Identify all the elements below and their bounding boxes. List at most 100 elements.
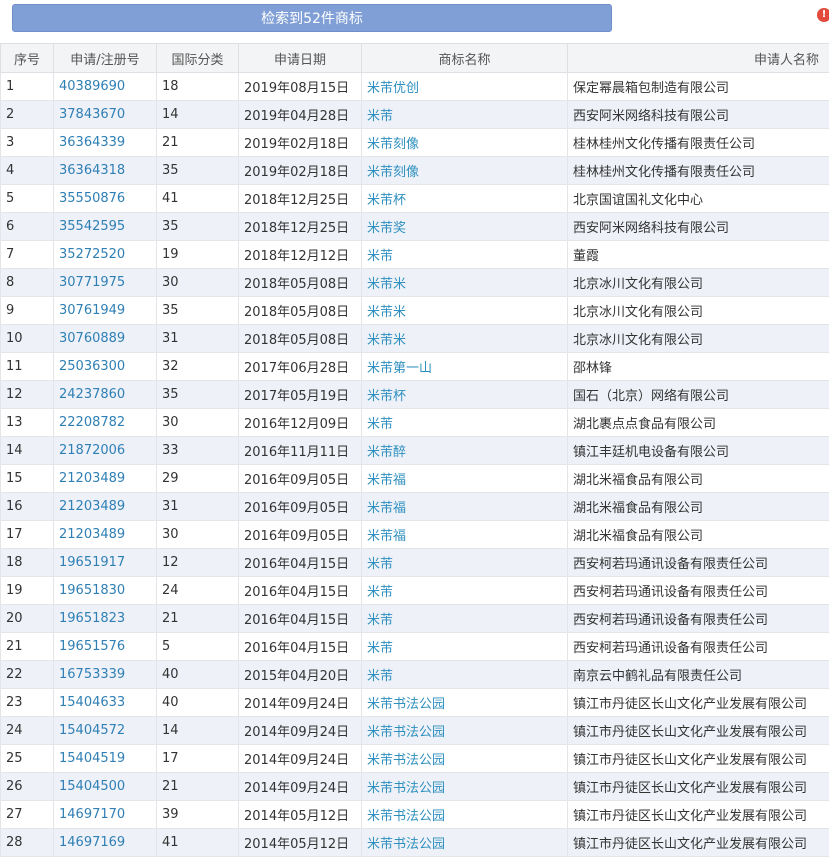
cell-trademark-name-link[interactable]: 米芾刻像 <box>362 129 568 157</box>
table-row[interactable]: 1224237860352017年05月19日米芾杯国石（北京）网络有限公司 <box>1 381 829 409</box>
table-row[interactable]: 2315404633402014年09月24日米芾书法公园镇江市丹徒区长山文化产… <box>1 689 829 717</box>
table-row[interactable]: 830771975302018年05月08日米芾米北京冰川文化有限公司 <box>1 269 829 297</box>
table-row[interactable]: 2714697170392014年05月12日米芾书法公园镇江市丹徒区长山文化产… <box>1 801 829 829</box>
cell-trademark-name-link[interactable]: 米芾米 <box>362 269 568 297</box>
table-row[interactable]: 1030760889312018年05月08日米芾米北京冰川文化有限公司 <box>1 325 829 353</box>
search-result-button[interactable]: 检索到52件商标 <box>12 4 612 32</box>
cell-reg-no-link[interactable]: 15404633 <box>54 689 157 717</box>
table-row[interactable]: 237843670142019年04月28日米芾西安阿米网络科技有限公司 <box>1 101 829 129</box>
table-row[interactable]: 1521203489292016年09月05日米芾福湖北米福食品有限公司 <box>1 465 829 493</box>
col-header-class[interactable]: 国际分类 <box>157 44 239 73</box>
table-row[interactable]: 1819651917122016年04月15日米芾西安柯若玛通讯设备有限责任公司 <box>1 549 829 577</box>
cell-trademark-name-link[interactable]: 米芾刻像 <box>362 157 568 185</box>
table-row[interactable]: 336364339212019年02月18日米芾刻像桂林桂州文化传播有限责任公司 <box>1 129 829 157</box>
col-header-reg-no[interactable]: 申请/注册号 <box>54 44 157 73</box>
cell-reg-no-link[interactable]: 19651830 <box>54 577 157 605</box>
cell-reg-no-link[interactable]: 15404500 <box>54 773 157 801</box>
alert-icon[interactable]: ! <box>817 8 829 22</box>
cell-trademark-name-link[interactable]: 米芾 <box>362 241 568 269</box>
cell-reg-no-link[interactable]: 14697169 <box>54 829 157 857</box>
table-row[interactable]: 1621203489312016年09月05日米芾福湖北米福食品有限公司 <box>1 493 829 521</box>
cell-trademark-name-link[interactable]: 米芾 <box>362 633 568 661</box>
cell-reg-no-link[interactable]: 15404572 <box>54 717 157 745</box>
table-row[interactable]: 2216753339402015年04月20日米芾南京云中鹤礼品有限责任公司 <box>1 661 829 689</box>
cell-trademark-name-link[interactable]: 米芾书法公园 <box>362 829 568 857</box>
table-row[interactable]: 1322208782302016年12月09日米芾湖北裹点点食品有限公司 <box>1 409 829 437</box>
cell-reg-no-link[interactable]: 21872006 <box>54 437 157 465</box>
table-row[interactable]: 2019651823212016年04月15日米芾西安柯若玛通讯设备有限责任公司 <box>1 605 829 633</box>
cell-reg-no-link[interactable]: 21203489 <box>54 465 157 493</box>
cell-trademark-name-link[interactable]: 米芾 <box>362 661 568 689</box>
cell-reg-no-link[interactable]: 30760889 <box>54 325 157 353</box>
cell-reg-no-link[interactable]: 36364318 <box>54 157 157 185</box>
table-row[interactable]: 635542595352018年12月25日米芾奖西安阿米网络科技有限公司 <box>1 213 829 241</box>
cell-trademark-name-link[interactable]: 米芾福 <box>362 521 568 549</box>
table-row[interactable]: 2415404572142014年09月24日米芾书法公园镇江市丹徒区长山文化产… <box>1 717 829 745</box>
col-header-date[interactable]: 申请日期 <box>239 44 362 73</box>
cell-trademark-name-link[interactable]: 米芾 <box>362 577 568 605</box>
cell-reg-no-link[interactable]: 21203489 <box>54 493 157 521</box>
cell-reg-no-link[interactable]: 14697170 <box>54 801 157 829</box>
table-row[interactable]: 140389690182019年08月15日米芾优创保定幂晨箱包制造有限公司 <box>1 73 829 101</box>
cell-trademark-name-link[interactable]: 米芾福 <box>362 465 568 493</box>
table-row[interactable]: 2814697169412014年05月12日米芾书法公园镇江市丹徒区长山文化产… <box>1 829 829 857</box>
cell-trademark-name-link[interactable]: 米芾第一山 <box>362 353 568 381</box>
cell-trademark-name-link[interactable]: 米芾 <box>362 101 568 129</box>
table-row[interactable]: 211965157652016年04月15日米芾西安柯若玛通讯设备有限责任公司 <box>1 633 829 661</box>
cell-trademark-name-link[interactable]: 米芾书法公园 <box>362 717 568 745</box>
cell-reg-no-link[interactable]: 30761949 <box>54 297 157 325</box>
cell-reg-no-link[interactable]: 40389690 <box>54 73 157 101</box>
cell-reg-no-link[interactable]: 35272520 <box>54 241 157 269</box>
cell-reg-no-link[interactable]: 37843670 <box>54 101 157 129</box>
cell-class: 17 <box>157 745 239 773</box>
table-row[interactable]: 1125036300322017年06月28日米芾第一山邵林锋 <box>1 353 829 381</box>
table-row[interactable]: 735272520192018年12月12日米芾董霞 <box>1 241 829 269</box>
col-header-applicant[interactable]: 申请人名称 <box>568 44 829 73</box>
table-row[interactable]: 535550876412018年12月25日米芾杯北京国谊国礼文化中心 <box>1 185 829 213</box>
cell-reg-no-link[interactable]: 22208782 <box>54 409 157 437</box>
cell-reg-no-link[interactable]: 15404519 <box>54 745 157 773</box>
cell-trademark-name-link[interactable]: 米芾书法公园 <box>362 745 568 773</box>
cell-reg-no-link[interactable]: 24237860 <box>54 381 157 409</box>
cell-trademark-name-link[interactable]: 米芾杯 <box>362 381 568 409</box>
col-header-index[interactable]: 序号 <box>1 44 54 73</box>
cell-date: 2016年04月15日 <box>239 605 362 633</box>
cell-reg-no-link[interactable]: 16753339 <box>54 661 157 689</box>
cell-trademark-name-link[interactable]: 米芾优创 <box>362 73 568 101</box>
table-row[interactable]: 930761949352018年05月08日米芾米北京冰川文化有限公司 <box>1 297 829 325</box>
cell-reg-no-link[interactable]: 21203489 <box>54 521 157 549</box>
table-row[interactable]: 1919651830242016年04月15日米芾西安柯若玛通讯设备有限责任公司 <box>1 577 829 605</box>
cell-index: 4 <box>1 157 54 185</box>
cell-trademark-name-link[interactable]: 米芾书法公园 <box>362 689 568 717</box>
cell-trademark-name-link[interactable]: 米芾杯 <box>362 185 568 213</box>
cell-trademark-name-link[interactable]: 米芾福 <box>362 493 568 521</box>
cell-trademark-name-link[interactable]: 米芾 <box>362 549 568 577</box>
cell-reg-no-link[interactable]: 35542595 <box>54 213 157 241</box>
cell-trademark-name-link[interactable]: 米芾米 <box>362 297 568 325</box>
cell-index: 20 <box>1 605 54 633</box>
cell-trademark-name-link[interactable]: 米芾书法公园 <box>362 801 568 829</box>
col-header-trademark-name[interactable]: 商标名称 <box>362 44 568 73</box>
cell-trademark-name-link[interactable]: 米芾 <box>362 605 568 633</box>
cell-applicant: 西安柯若玛通讯设备有限责任公司 <box>568 577 829 605</box>
cell-trademark-name-link[interactable]: 米芾书法公园 <box>362 773 568 801</box>
cell-reg-no-link[interactable]: 19651917 <box>54 549 157 577</box>
table-row[interactable]: 436364318352019年02月18日米芾刻像桂林桂州文化传播有限责任公司 <box>1 157 829 185</box>
cell-trademark-name-link[interactable]: 米芾 <box>362 409 568 437</box>
cell-reg-no-link[interactable]: 36364339 <box>54 129 157 157</box>
cell-index: 7 <box>1 241 54 269</box>
cell-class: 21 <box>157 129 239 157</box>
cell-reg-no-link[interactable]: 25036300 <box>54 353 157 381</box>
table-row[interactable]: 2515404519172014年09月24日米芾书法公园镇江市丹徒区长山文化产… <box>1 745 829 773</box>
cell-reg-no-link[interactable]: 35550876 <box>54 185 157 213</box>
table-row[interactable]: 2615404500212014年09月24日米芾书法公园镇江市丹徒区长山文化产… <box>1 773 829 801</box>
cell-reg-no-link[interactable]: 19651576 <box>54 633 157 661</box>
cell-class: 29 <box>157 465 239 493</box>
cell-reg-no-link[interactable]: 30771975 <box>54 269 157 297</box>
table-row[interactable]: 1421872006332016年11月11日米芾醉镇江丰廷机电设备有限公司 <box>1 437 829 465</box>
cell-trademark-name-link[interactable]: 米芾奖 <box>362 213 568 241</box>
cell-reg-no-link[interactable]: 19651823 <box>54 605 157 633</box>
table-row[interactable]: 1721203489302016年09月05日米芾福湖北米福食品有限公司 <box>1 521 829 549</box>
cell-trademark-name-link[interactable]: 米芾醉 <box>362 437 568 465</box>
cell-trademark-name-link[interactable]: 米芾米 <box>362 325 568 353</box>
